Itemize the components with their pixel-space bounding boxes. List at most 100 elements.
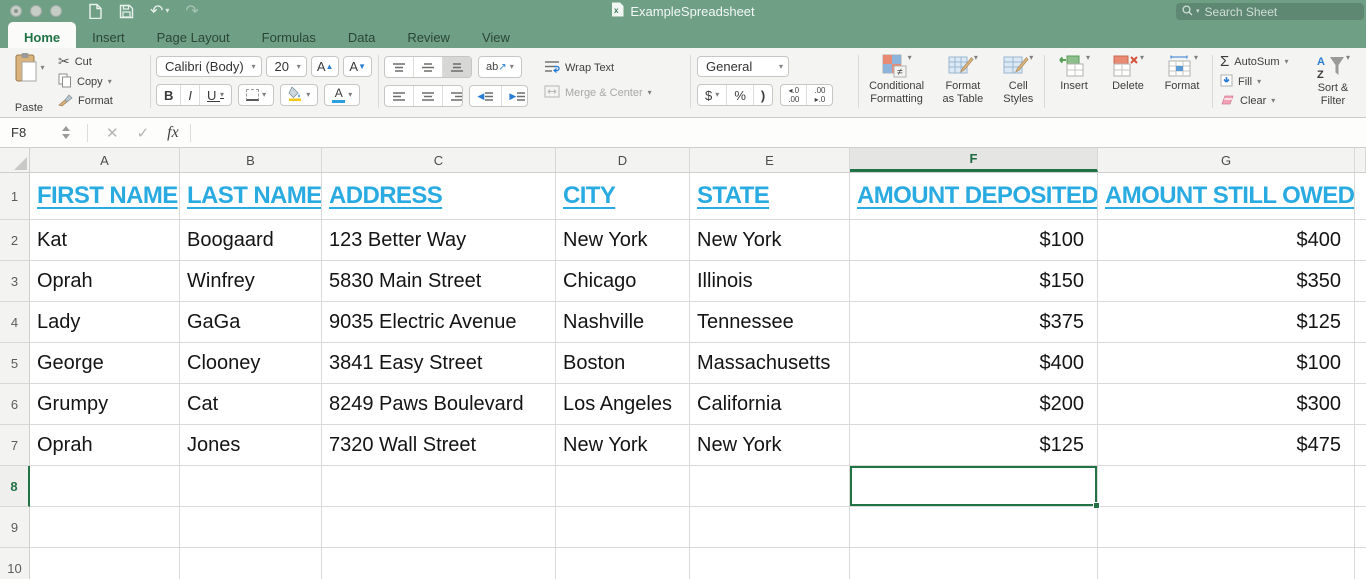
paste-caret-icon[interactable]: ▾ bbox=[40, 64, 44, 72]
row-header-3[interactable]: 3 bbox=[0, 261, 30, 302]
tab-formulas[interactable]: Formulas bbox=[246, 22, 332, 48]
cell-G10[interactable] bbox=[1098, 548, 1355, 579]
cell-G8[interactable] bbox=[1098, 466, 1355, 507]
cell-F7[interactable]: $125 bbox=[850, 425, 1098, 466]
shrink-font-button[interactable]: A▼ bbox=[343, 56, 372, 77]
column-header-A[interactable]: A bbox=[30, 148, 180, 172]
cell-B9[interactable] bbox=[180, 507, 322, 548]
column-header-G[interactable]: G bbox=[1098, 148, 1355, 172]
italic-button[interactable]: I bbox=[181, 85, 200, 105]
cell-G9[interactable] bbox=[1098, 507, 1355, 548]
zoom-window-button[interactable] bbox=[50, 5, 62, 17]
cell-D1[interactable]: CITY bbox=[556, 173, 690, 220]
cell-D7[interactable]: New York bbox=[556, 425, 690, 466]
cell-H7[interactable] bbox=[1355, 425, 1366, 466]
cell-D5[interactable]: Boston bbox=[556, 343, 690, 384]
cell-G5[interactable]: $100 bbox=[1098, 343, 1355, 384]
cell-D2[interactable]: New York bbox=[556, 220, 690, 261]
copy-caret-icon[interactable]: ▾ bbox=[108, 78, 112, 86]
cell-H6[interactable] bbox=[1355, 384, 1366, 425]
sort-filter-caret-icon[interactable]: ▾ bbox=[1346, 54, 1350, 80]
redo-icon[interactable]: ↷ bbox=[185, 1, 198, 21]
wrap-text-button[interactable]: Wrap Text bbox=[544, 57, 684, 79]
cell-D4[interactable]: Nashville bbox=[556, 302, 690, 343]
cell-E6[interactable]: California bbox=[690, 384, 850, 425]
cell-E7[interactable]: New York bbox=[690, 425, 850, 466]
cell-D9[interactable] bbox=[556, 507, 690, 548]
name-box[interactable]: F8 bbox=[0, 125, 62, 140]
format-as-table-caret-icon[interactable]: ▾ bbox=[974, 54, 978, 78]
cell-F2[interactable]: $100 bbox=[850, 220, 1098, 261]
cell-F1[interactable]: AMOUNT DEPOSITED bbox=[850, 173, 1098, 220]
font-family-select[interactable]: Calibri (Body)▾ bbox=[156, 56, 262, 77]
cell-D8[interactable] bbox=[556, 466, 690, 507]
cell-C10[interactable] bbox=[322, 548, 556, 579]
number-format-select[interactable]: General▾ bbox=[697, 56, 789, 77]
align-center-button[interactable] bbox=[414, 86, 443, 106]
fill-color-button[interactable]: ▾ bbox=[281, 85, 317, 105]
row-header-8[interactable]: 8 bbox=[0, 466, 30, 507]
percent-format-button[interactable]: % bbox=[727, 85, 754, 105]
cell-A4[interactable]: Lady bbox=[30, 302, 180, 343]
column-header-C[interactable]: C bbox=[322, 148, 556, 172]
cut-button[interactable]: ✂ Cut bbox=[58, 52, 146, 72]
search-box[interactable]: ▾ bbox=[1176, 3, 1364, 20]
clear-button[interactable]: Clear ▾ bbox=[1220, 91, 1306, 111]
bold-button[interactable]: B bbox=[157, 85, 181, 105]
column-header-extra[interactable] bbox=[1355, 148, 1366, 172]
format-cells-caret-icon[interactable]: ▾ bbox=[1194, 54, 1198, 78]
format-cells-button[interactable]: ▾ Format bbox=[1158, 48, 1206, 117]
decrease-indent-button[interactable]: ◀ bbox=[470, 86, 502, 106]
insert-function-icon[interactable]: fx bbox=[167, 124, 179, 142]
fill-caret-icon[interactable]: ▾ bbox=[1257, 78, 1261, 86]
insert-cells-button[interactable]: ▾ Insert bbox=[1050, 48, 1098, 117]
orientation-caret-icon[interactable]: ▾ bbox=[510, 63, 514, 71]
cell-F9[interactable] bbox=[850, 507, 1098, 548]
cell-styles-caret-icon[interactable]: ▾ bbox=[1029, 54, 1033, 78]
cell-B10[interactable] bbox=[180, 548, 322, 579]
align-bottom-button[interactable] bbox=[443, 57, 471, 77]
sort-filter-button[interactable]: AZ ▾ Sort &Filter bbox=[1306, 48, 1360, 117]
undo-caret-icon[interactable]: ▾ bbox=[165, 7, 169, 15]
delete-cells-button[interactable]: ▾ Delete bbox=[1104, 48, 1152, 117]
cell-A6[interactable]: Grumpy bbox=[30, 384, 180, 425]
cell-A2[interactable]: Kat bbox=[30, 220, 180, 261]
cell-C8[interactable] bbox=[322, 466, 556, 507]
underline-caret-icon[interactable]: ▾ bbox=[220, 91, 224, 99]
font-size-select[interactable]: 20▾ bbox=[266, 56, 307, 77]
align-right-button[interactable] bbox=[443, 86, 463, 106]
cell-F5[interactable]: $400 bbox=[850, 343, 1098, 384]
cell-A1[interactable]: FIRST NAME bbox=[30, 173, 180, 220]
cell-B3[interactable]: Winfrey bbox=[180, 261, 322, 302]
format-as-table-button[interactable]: ▾ Formatas Table bbox=[937, 48, 988, 117]
cell-E10[interactable] bbox=[690, 548, 850, 579]
cell-styles-button[interactable]: ▾ CellStyles bbox=[997, 48, 1040, 117]
align-left-button[interactable] bbox=[385, 86, 414, 106]
confirm-entry-icon[interactable]: ✓ bbox=[137, 124, 150, 142]
fill-color-caret-icon[interactable]: ▾ bbox=[306, 91, 310, 99]
cell-C9[interactable] bbox=[322, 507, 556, 548]
cell-E8[interactable] bbox=[690, 466, 850, 507]
cell-B8[interactable] bbox=[180, 466, 322, 507]
cell-F6[interactable]: $200 bbox=[850, 384, 1098, 425]
tab-data[interactable]: Data bbox=[332, 22, 391, 48]
cell-D3[interactable]: Chicago bbox=[556, 261, 690, 302]
cell-A8[interactable] bbox=[30, 466, 180, 507]
paste-button[interactable]: ▾ Paste bbox=[6, 52, 52, 114]
cell-G4[interactable]: $125 bbox=[1098, 302, 1355, 343]
tab-view[interactable]: View bbox=[466, 22, 526, 48]
row-header-5[interactable]: 5 bbox=[0, 343, 30, 384]
align-middle-button[interactable] bbox=[414, 57, 443, 77]
row-header-7[interactable]: 7 bbox=[0, 425, 30, 466]
undo-button[interactable]: ↶▾ bbox=[150, 1, 169, 21]
formula-input[interactable] bbox=[206, 124, 1366, 141]
tab-insert[interactable]: Insert bbox=[76, 22, 141, 48]
cell-H8[interactable] bbox=[1355, 466, 1366, 507]
column-header-F[interactable]: F bbox=[850, 148, 1098, 172]
new-document-icon[interactable] bbox=[88, 3, 103, 19]
search-input[interactable] bbox=[1203, 4, 1333, 20]
borders-button[interactable]: ▾ bbox=[239, 85, 273, 105]
cell-B6[interactable]: Cat bbox=[180, 384, 322, 425]
format-painter-button[interactable]: Format bbox=[58, 91, 146, 111]
merge-center-caret-icon[interactable]: ▾ bbox=[648, 89, 652, 97]
